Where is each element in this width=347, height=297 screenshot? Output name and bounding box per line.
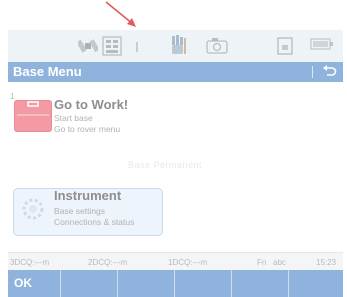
item-title: Go to Work! bbox=[54, 97, 129, 112]
ok-label: OK bbox=[14, 276, 32, 290]
item-line: Connections & status bbox=[54, 217, 135, 227]
grid-keypad-icon bbox=[102, 36, 122, 56]
title-bar: Base Menu bbox=[8, 62, 343, 82]
q1d-readout: 1DCQ:---m bbox=[168, 258, 208, 267]
satellite-icon bbox=[78, 36, 98, 56]
item-line: Start base bbox=[54, 113, 93, 123]
background-watermark: Base Permanent bbox=[128, 160, 203, 170]
hand-icon bbox=[168, 34, 188, 58]
item-line: Base settings bbox=[54, 206, 106, 216]
ok-button[interactable]: OK bbox=[8, 270, 61, 297]
annotation-arrow bbox=[105, 1, 136, 27]
briefcase-icon bbox=[14, 100, 52, 132]
battery-icon bbox=[310, 38, 334, 50]
menu-content: Base Permanent 1 Go to Work! Start base … bbox=[8, 82, 343, 252]
status-bar bbox=[8, 30, 343, 63]
q2d-readout: 2DCQ:---m bbox=[88, 258, 128, 267]
antenna-icon bbox=[132, 40, 142, 54]
memory-card-icon bbox=[276, 36, 294, 56]
back-arrow-icon[interactable] bbox=[321, 65, 337, 79]
clock: 15:23 bbox=[316, 258, 337, 267]
gear-icon bbox=[18, 196, 48, 222]
item-line: Go to rover menu bbox=[54, 124, 121, 134]
menu-item-instrument[interactable]: Instrument Base settings Connections & s… bbox=[8, 182, 343, 240]
softkey-2[interactable] bbox=[61, 270, 118, 297]
fn-indicator: Fn bbox=[257, 258, 267, 267]
softkey-4[interactable] bbox=[175, 270, 232, 297]
item-number: 1 bbox=[10, 92, 15, 101]
camera-icon bbox=[206, 38, 228, 54]
title-divider bbox=[312, 66, 313, 78]
softkey-bar: OK bbox=[8, 270, 343, 297]
softkey-6[interactable] bbox=[289, 270, 343, 297]
q3d-readout: 3DCQ:---m bbox=[10, 258, 50, 267]
item-title: Instrument bbox=[54, 188, 122, 203]
softkey-5[interactable] bbox=[232, 270, 289, 297]
page-title: Base Menu bbox=[13, 64, 82, 79]
input-mode: abc bbox=[273, 258, 286, 267]
menu-item-go-to-work[interactable]: 1 Go to Work! Start base Go to rover men… bbox=[8, 82, 343, 152]
softkey-3[interactable] bbox=[118, 270, 175, 297]
bottom-info-bar: 3DCQ:---m 2DCQ:---m 1DCQ:---m Fn abc 15:… bbox=[8, 252, 343, 271]
